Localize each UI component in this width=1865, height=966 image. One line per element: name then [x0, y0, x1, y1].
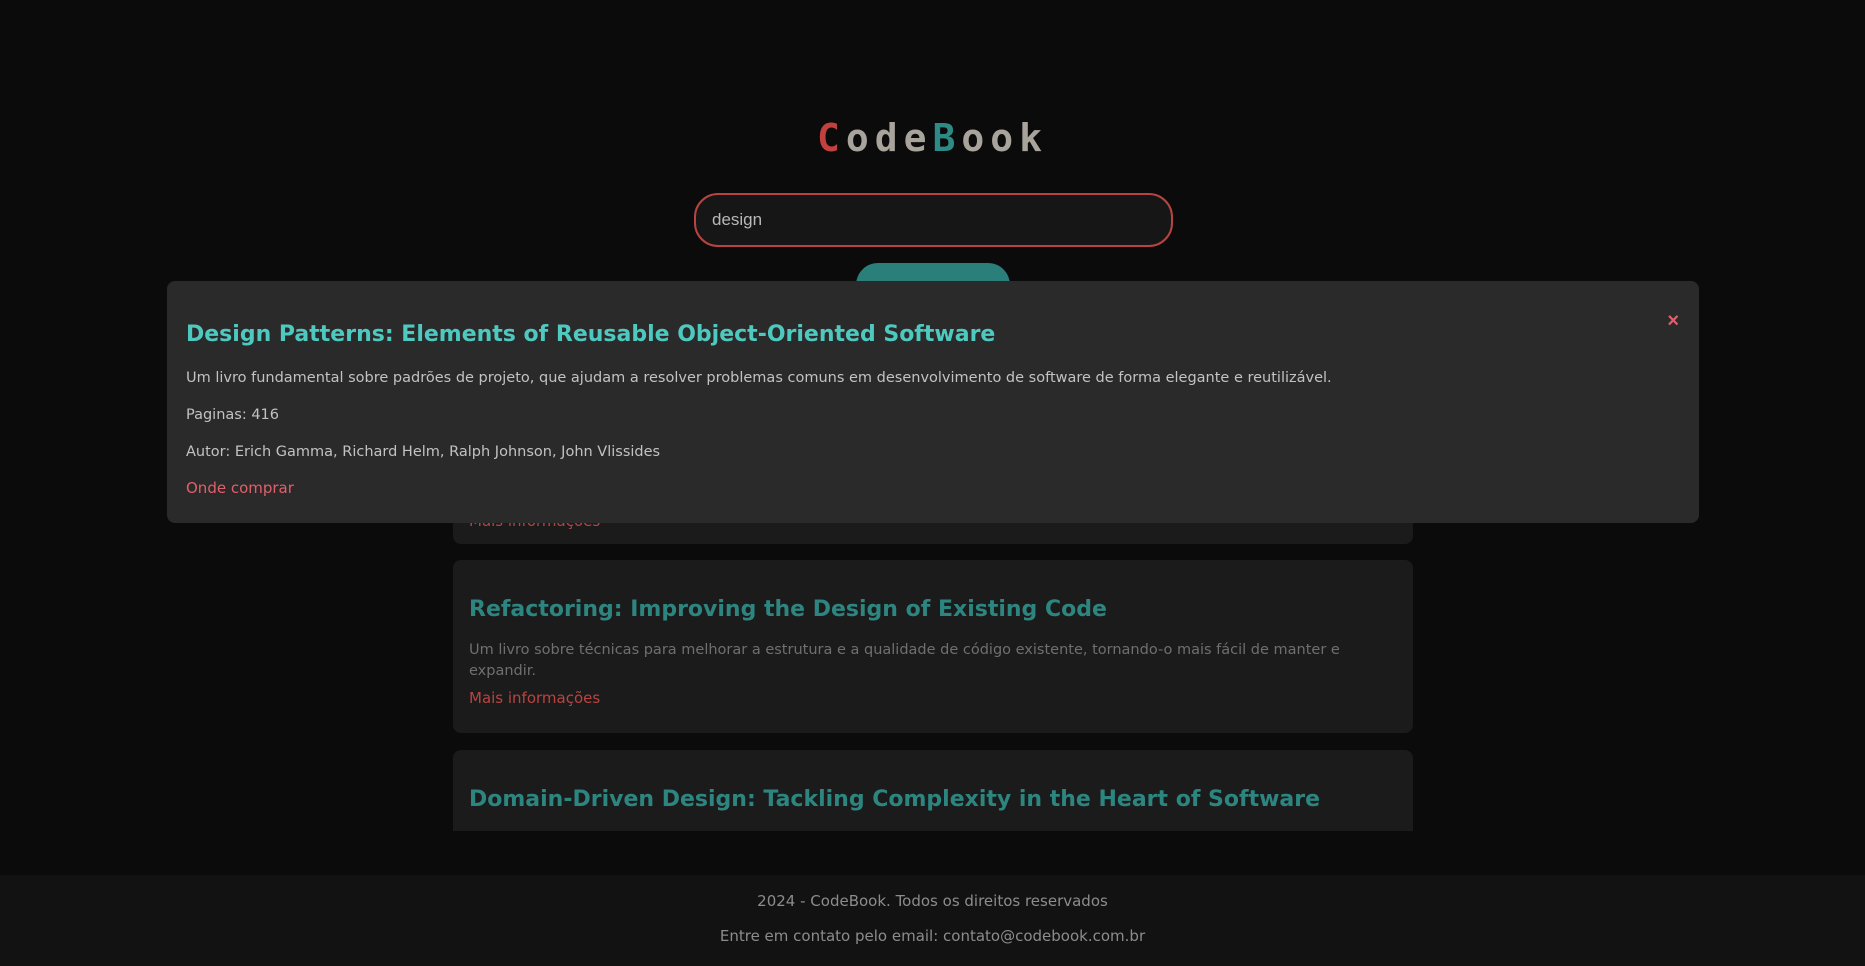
search-input[interactable]: [694, 193, 1173, 247]
close-icon[interactable]: ×: [1667, 309, 1679, 333]
modal-pages: Paginas: 416: [186, 407, 280, 423]
page: CodeBook Buscar Livros Mais informações …: [0, 0, 1865, 966]
logo: CodeBook: [0, 116, 1865, 160]
footer-contact: Entre em contato pelo email: contato@cod…: [719, 927, 1146, 945]
more-info-link[interactable]: Mais informações: [469, 689, 600, 707]
logo-text-ook: ook: [961, 116, 1049, 160]
book-description: Um livro sobre técnicas para melhorar a …: [469, 642, 1340, 679]
modal-description: Um livro fundamental sobre padrões de pr…: [186, 370, 1332, 386]
logo-letter-b: B: [932, 116, 962, 160]
modal-author: Autor: Erich Gamma, Richard Helm, Ralph …: [186, 444, 661, 460]
footer: 2024 - CodeBook. Todos os direitos reser…: [0, 875, 1865, 966]
book-title: Refactoring: Improving the Design of Exi…: [469, 597, 1107, 622]
modal-title: Design Patterns: Elements of Reusable Ob…: [186, 322, 996, 347]
book-details-modal: × Design Patterns: Elements of Reusable …: [167, 281, 1699, 523]
book-card: Domain-Driven Design: Tackling Complexit…: [453, 750, 1413, 831]
book-card: Refactoring: Improving the Design of Exi…: [453, 560, 1413, 733]
logo-letter-c: C: [816, 116, 846, 160]
book-title: Domain-Driven Design: Tackling Complexit…: [469, 787, 1321, 812]
buy-link[interactable]: Onde comprar: [186, 479, 294, 497]
logo-text-ode: ode: [845, 116, 933, 160]
footer-copyright: 2024 - CodeBook. Todos os direitos reser…: [757, 892, 1108, 910]
